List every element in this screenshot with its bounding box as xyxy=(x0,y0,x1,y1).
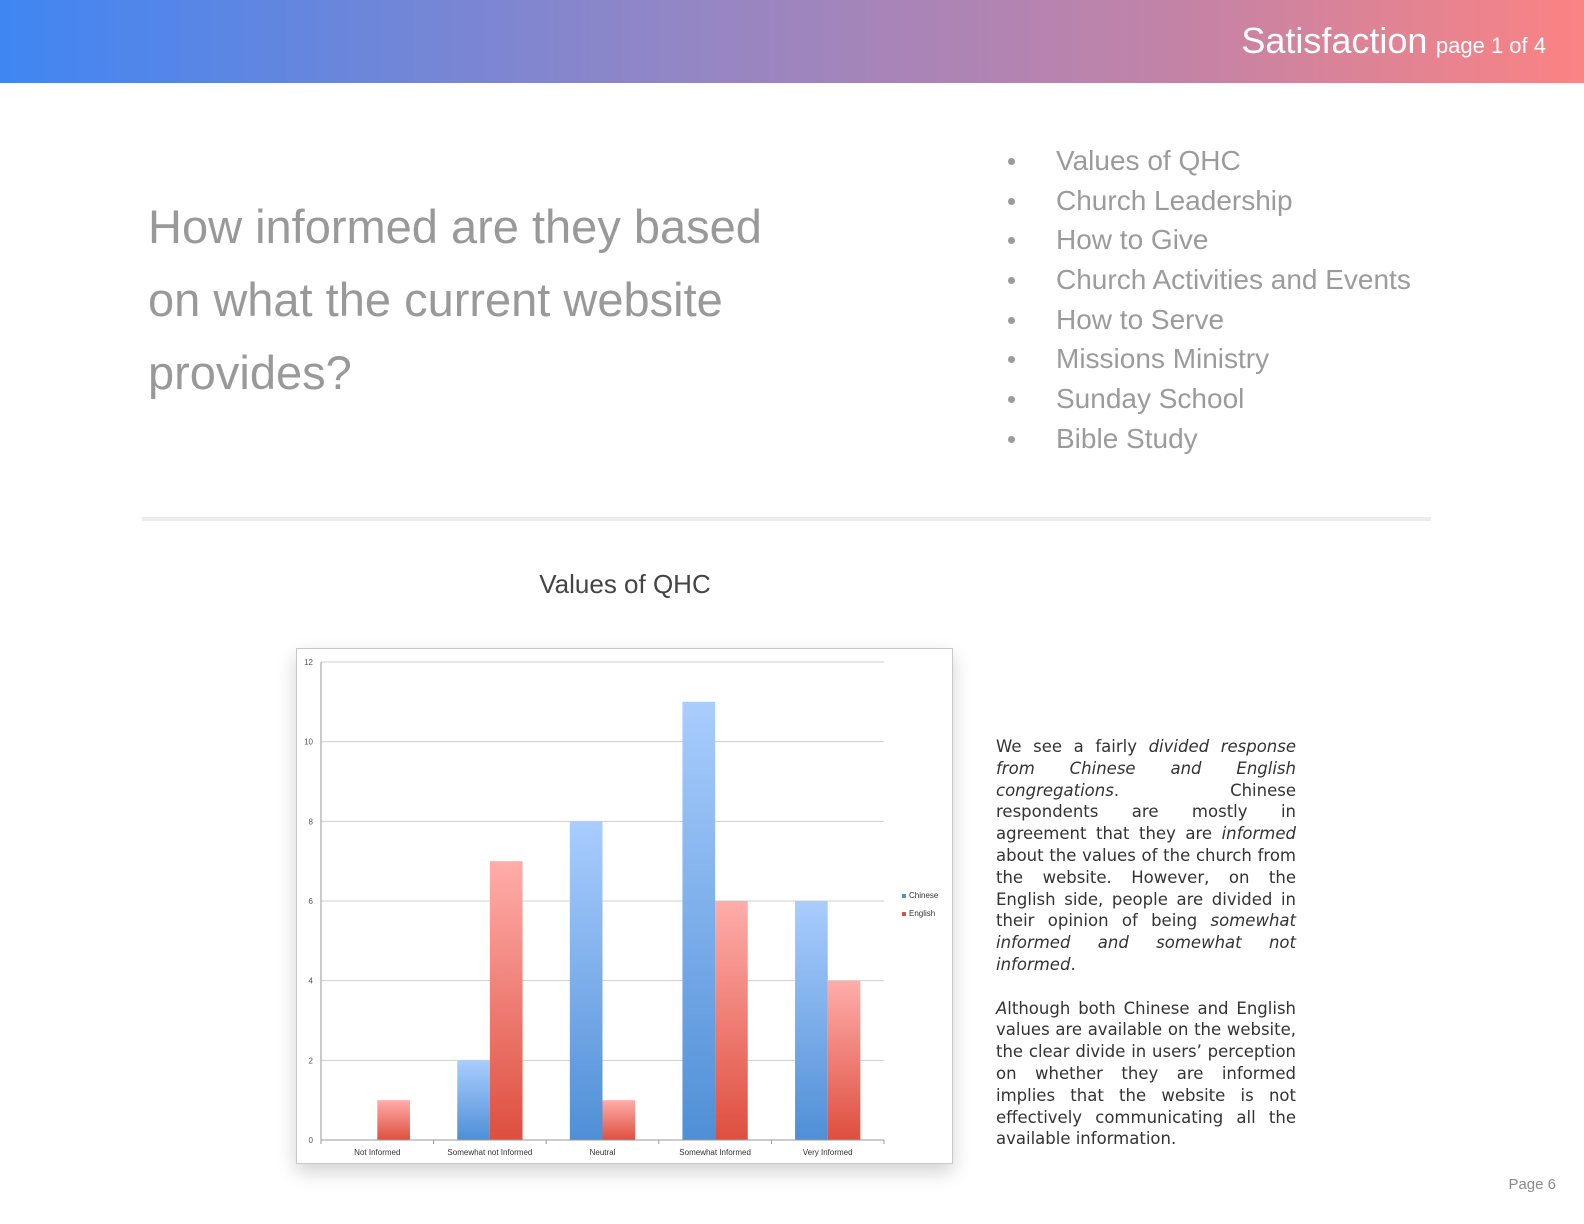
section-name: Satisfaction xyxy=(1241,20,1428,61)
text-run: A xyxy=(996,998,1008,1018)
bar-chinese xyxy=(569,821,603,1140)
question-heading: How informed are they based on what the … xyxy=(148,200,762,399)
analysis-paragraph-2: Although both Chinese and English values… xyxy=(996,998,1296,1151)
bullet-icon xyxy=(1008,356,1015,364)
text-run: lthough both Chinese and English values … xyxy=(996,998,1296,1149)
bullet-icon xyxy=(1008,316,1015,324)
section-divider xyxy=(142,517,1431,521)
legend-swatch xyxy=(902,894,906,898)
topic-list: Values of QHC Church Leadership How to G… xyxy=(1008,141,1411,459)
text-run: informed xyxy=(1221,824,1296,844)
bullet-icon xyxy=(1008,277,1015,285)
bullet-icon xyxy=(1008,197,1015,205)
y-tick-label: 4 xyxy=(309,977,314,986)
x-tick-label: Not Informed xyxy=(354,1148,400,1157)
topic-label: Church Activities and Events xyxy=(1056,264,1411,296)
bar-chinese xyxy=(682,701,716,1140)
legend-swatch xyxy=(902,912,906,916)
bar-chart: 0 2 4 6 8 10 12 Not Informed Somewhat not Inform… xyxy=(304,658,939,1157)
topic-label: Bible Study xyxy=(1056,422,1198,454)
y-tick-label: 12 xyxy=(304,658,313,667)
topic-item: Values of QHC xyxy=(1008,141,1411,181)
bar-chinese xyxy=(457,1060,490,1140)
analysis-paragraph-1: We see a fairly divided response from Ch… xyxy=(996,736,1296,976)
text-run: . xyxy=(1070,954,1076,974)
topic-item: Missions Ministry xyxy=(1008,339,1411,379)
topic-item: How to Give xyxy=(1008,220,1411,260)
bullet-icon xyxy=(1008,435,1015,443)
topic-item: Sunday School xyxy=(1008,379,1411,419)
bullet-icon xyxy=(1008,396,1015,404)
legend-label: Chinese xyxy=(909,891,939,900)
topic-item: Church Leadership xyxy=(1008,181,1411,221)
topic-label: How to Give xyxy=(1056,224,1209,256)
x-tick-label: Somewhat Informed xyxy=(679,1148,751,1157)
topic-item: Church Activities and Events xyxy=(1008,260,1411,300)
bar-english xyxy=(602,1100,636,1140)
topic-item: Bible Study xyxy=(1008,419,1411,459)
bar-english xyxy=(827,980,861,1140)
header-banner: Satisfaction page 1 of 4 xyxy=(0,0,1584,83)
topic-label: Values of QHC xyxy=(1056,145,1241,176)
bar-english xyxy=(489,861,523,1140)
topic-label: Sunday School xyxy=(1056,383,1245,415)
bullet-icon xyxy=(1008,158,1015,165)
topic-label: Church Leadership xyxy=(1056,184,1293,216)
section-page-indicator: page 1 of 4 xyxy=(1435,33,1546,58)
x-tick-label: Neutral xyxy=(590,1148,616,1157)
topic-label: Missions Ministry xyxy=(1056,343,1270,375)
y-tick-label: 8 xyxy=(309,817,314,826)
topic-item: How to Serve xyxy=(1008,300,1411,340)
text-run: We see a fairly xyxy=(996,737,1149,756)
legend-label: English xyxy=(909,909,935,918)
topic-label: How to Serve xyxy=(1056,303,1225,335)
bar-english xyxy=(377,1100,410,1140)
y-tick-label: 10 xyxy=(304,738,313,747)
chart-container: 0 2 4 6 8 10 12 Not Informed Somewhat not Inform… xyxy=(296,648,953,1164)
y-tick-label: 0 xyxy=(309,1136,314,1145)
y-tick-label: 2 xyxy=(309,1056,314,1065)
y-tick-label: 6 xyxy=(309,897,314,906)
page-number: Page 6 xyxy=(1508,1176,1556,1193)
bar-chinese xyxy=(795,901,828,1140)
section-title: Satisfaction page 1 of 4 xyxy=(1241,20,1546,62)
x-tick-label: Somewhat not Informed xyxy=(447,1148,532,1157)
chart-title: Values of QHC xyxy=(539,569,711,599)
analysis-text: We see a fairly divided response from Ch… xyxy=(996,736,1296,1150)
bullet-icon xyxy=(1008,237,1015,245)
bar-english xyxy=(715,901,748,1140)
x-tick-label: Very Informed xyxy=(803,1148,853,1157)
